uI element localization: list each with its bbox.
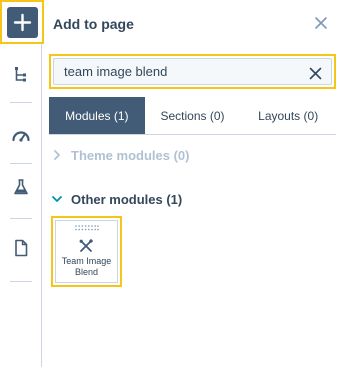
gauge-icon[interactable] — [11, 126, 31, 146]
wrench-screwdriver-icon — [79, 239, 93, 252]
close-icon[interactable] — [315, 17, 327, 29]
theme-modules-label: Theme modules (0) — [71, 147, 190, 163]
add-button-highlight — [0, 0, 44, 44]
content-type-tabs: Modules (1) Sections (0) Layouts (0) — [49, 97, 336, 135]
tab-sections[interactable]: Sections (0) — [145, 97, 241, 134]
tab-layouts[interactable]: Layouts (0) — [240, 97, 336, 134]
left-rail — [0, 0, 44, 367]
theme-modules-group[interactable]: Theme modules (0) — [51, 146, 189, 164]
chevron-down-icon — [52, 196, 62, 202]
tab-modules[interactable]: Modules (1) — [49, 97, 145, 134]
app-root: Add to page Modules (1) Sections (0) Lay… — [0, 0, 345, 367]
search-box — [53, 58, 332, 85]
flask-icon[interactable] — [11, 177, 31, 197]
module-card-team-image-blend[interactable]: Team Image Blend — [55, 220, 118, 283]
tree-structure-icon[interactable] — [11, 65, 31, 85]
search-input[interactable] — [64, 59, 294, 84]
chevron-right-icon — [54, 150, 60, 160]
rail-divider — [10, 218, 32, 219]
document-icon[interactable] — [11, 238, 31, 258]
module-card-label: Team Image Blend — [61, 256, 112, 277]
add-to-page-panel: Add to page Modules (1) Sections (0) Lay… — [43, 0, 345, 367]
panel-title: Add to page — [53, 16, 134, 32]
clear-search-icon[interactable] — [309, 67, 322, 80]
rail-divider — [10, 102, 32, 103]
other-modules-label: Other modules (1) — [71, 191, 183, 207]
module-card-highlight: Team Image Blend — [51, 216, 122, 287]
other-modules-group[interactable]: Other modules (1) — [51, 190, 182, 208]
add-button[interactable] — [7, 7, 38, 38]
rail-divider — [10, 163, 32, 164]
drag-handle-icon[interactable] — [75, 225, 99, 231]
add-icon — [13, 13, 32, 32]
search-highlight — [49, 54, 336, 89]
rail-divider — [10, 281, 32, 282]
